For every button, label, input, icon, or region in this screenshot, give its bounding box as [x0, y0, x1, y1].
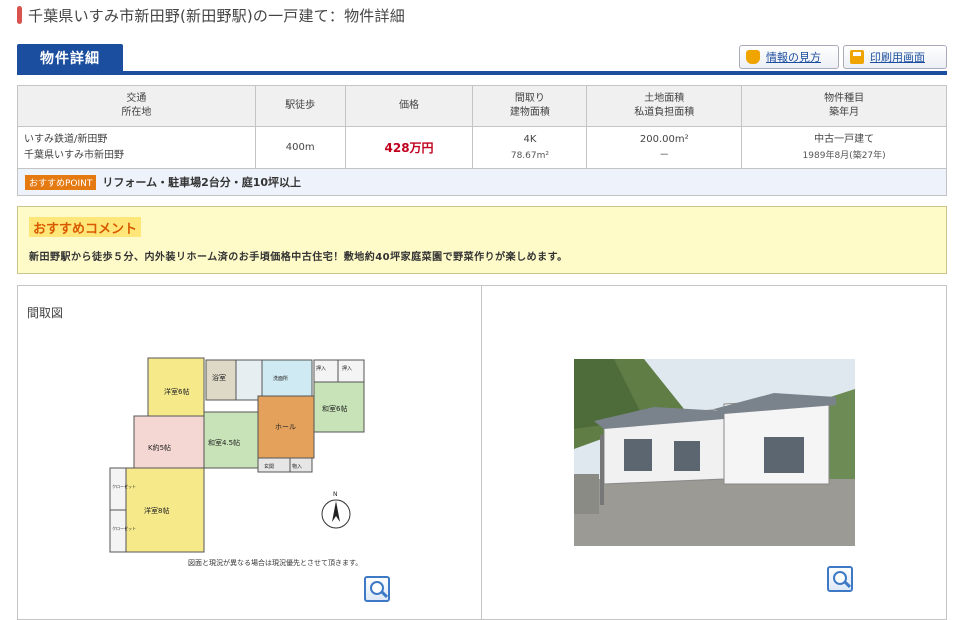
header-type: 物件種目 築年月: [741, 85, 947, 127]
page-title-text: 千葉県いすみ市新田野(新田野駅)の一戸建て：物件詳細: [28, 6, 405, 25]
comment-text: 新田野駅から徒歩５分、内外装リホーム済のお手頃価格中古住宅！敷地約40坪家庭菜園…: [29, 252, 568, 263]
property-spec-table: 交通 所在地 駅徒歩 価格 間取り 建物面積 土地面積 私道負担面積 物件種目 築年月 …: [17, 85, 947, 169]
cell-price: 428万円: [344, 126, 474, 169]
room-label: 押入: [316, 365, 326, 372]
comment-title: おすすめコメント: [29, 217, 142, 237]
room-label: 浴室: [212, 373, 226, 382]
floorplan-panel: 間取図 洋室6帖 浴室 洗面所 押入 押入 和室6帖 和室4.5帖 ホール K約…: [17, 285, 482, 620]
info-guide-label: 情報の見方: [766, 51, 821, 64]
cell-land: 200.00m² －: [586, 126, 743, 169]
hand-pointer-icon: [746, 50, 760, 64]
title-accent-bar: [17, 6, 22, 24]
info-guide-button[interactable]: 情報の見方: [739, 45, 839, 69]
cell-transport-address: いすみ鉄道/新田野 千葉県いすみ市新田野: [17, 126, 256, 169]
photo-zoom-icon[interactable]: [827, 566, 853, 592]
cell-layout: 4K 78.67m²: [472, 126, 588, 169]
print-view-button[interactable]: 印刷用画面: [843, 45, 947, 69]
print-view-label: 印刷用画面: [870, 51, 925, 64]
cell-walk: 400m: [254, 126, 346, 169]
floorplan-zoom-icon[interactable]: [364, 576, 390, 602]
room-label: K約5帖: [148, 443, 171, 452]
section-header: 物件詳細 情報の見方 印刷用画面: [17, 44, 947, 75]
house-exterior-photo[interactable]: [574, 359, 855, 546]
room-label: クローゼット: [112, 525, 136, 531]
room-label: 物入: [292, 463, 302, 470]
room-label: 洗面所: [273, 375, 288, 382]
floorplan-note: 図面と現況が異なる場合は現況優先とさせて頂きます。: [188, 559, 363, 567]
room-label: 玄関: [264, 463, 274, 470]
room-label: 押入: [342, 365, 352, 372]
room-label: ホール: [275, 423, 296, 431]
room-label: 洋室6帖: [164, 387, 189, 396]
header-land: 土地面積 私道負担面積: [586, 85, 743, 127]
recommend-point-row: おすすめPOINT リフォーム・駐車場2台分・庭10坪以上: [17, 169, 947, 196]
page-title: 千葉県いすみ市新田野(新田野駅)の一戸建て：物件詳細: [17, 5, 405, 25]
recommend-comment-box: おすすめコメント 新田野駅から徒歩５分、内外装リホーム済のお手頃価格中古住宅！敷…: [17, 206, 947, 274]
room-label: 和室6帖: [322, 404, 347, 413]
recommend-point-text: リフォーム・駐車場2台分・庭10坪以上: [102, 176, 302, 189]
room-label: 洋室8帖: [144, 506, 169, 515]
north-label: N: [333, 491, 338, 498]
cell-type: 中古一戸建て 1989年8月(築27年): [741, 126, 947, 169]
photo-panel: [481, 285, 947, 620]
header-walk: 駅徒歩: [254, 85, 346, 127]
room-label: 和室4.5帖: [208, 438, 240, 447]
floorplan-label: 間取図: [27, 306, 64, 320]
table-header-row: 交通 所在地 駅徒歩 価格 間取り 建物面積 土地面積 私道負担面積 物件種目 築年月: [17, 85, 947, 127]
section-tab-detail: 物件詳細: [17, 44, 123, 71]
header-price: 価格: [344, 85, 474, 127]
header-transport: 交通 所在地: [17, 85, 256, 127]
floorplan-image[interactable]: 洋室6帖 浴室 洗面所 押入 押入 和室6帖 和室4.5帖 ホール K約5帖 玄…: [108, 356, 408, 571]
room-label: クローゼット: [112, 483, 136, 489]
printer-icon: [850, 50, 864, 64]
table-row: いすみ鉄道/新田野 千葉県いすみ市新田野 400m 428万円 4K 78.67m²…: [17, 126, 947, 169]
recommend-point-badge: おすすめPOINT: [25, 174, 97, 190]
header-layout: 間取り 建物面積: [472, 85, 588, 127]
